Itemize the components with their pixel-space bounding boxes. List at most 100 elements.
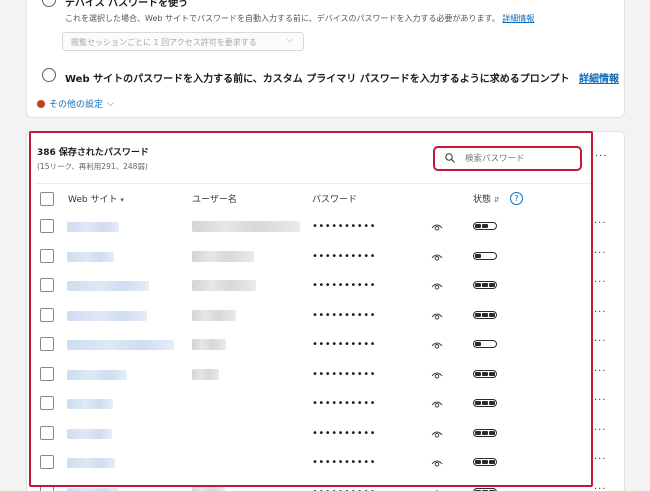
password-search-box[interactable] <box>433 146 582 171</box>
row-more-options-icon[interactable]: ··· <box>594 218 607 229</box>
help-icon[interactable]: ? <box>510 192 523 205</box>
row-more-options-icon[interactable]: ··· <box>594 277 607 288</box>
show-password-eye-icon[interactable] <box>431 370 443 380</box>
password-row[interactable]: •••••••••• ··· <box>27 454 624 484</box>
password-strength-meter <box>473 340 497 348</box>
column-status-label: 状態 <box>473 195 492 205</box>
row-more-options-icon[interactable]: ··· <box>594 425 607 436</box>
show-password-eye-icon[interactable] <box>431 399 443 409</box>
column-header-website[interactable]: Web サイト ▾ <box>68 192 124 205</box>
warning-icon <box>37 99 45 108</box>
row-checkbox[interactable] <box>40 307 54 322</box>
show-password-eye-icon[interactable] <box>431 429 443 439</box>
password-row[interactable]: •••••••••• ··· <box>27 395 624 425</box>
show-password-eye-icon[interactable] <box>431 488 443 491</box>
row-checkbox[interactable] <box>40 455 54 469</box>
device-password-desc: これを選択した場合、Web サイトでパスワードを自動入力する前に、デバイスのパス… <box>65 13 534 24</box>
masked-password: •••••••••• <box>312 457 376 468</box>
show-password-eye-icon[interactable] <box>431 281 443 291</box>
website-name-redacted[interactable] <box>67 251 114 262</box>
username-redacted <box>192 221 300 232</box>
show-password-eye-icon[interactable] <box>431 340 443 350</box>
password-row[interactable]: •••••••••• ··· <box>27 307 624 337</box>
password-strength-meter <box>473 222 497 230</box>
chevron-down-icon: ⌵ <box>286 35 293 45</box>
masked-password: •••••••••• <box>312 487 376 491</box>
sort-icon: ⇵ <box>493 196 500 204</box>
learn-more-link-2[interactable]: 詳細情報 <box>579 74 619 85</box>
device-password-title: デバイス パスワードを使う <box>65 0 189 9</box>
row-more-options-icon[interactable]: ··· <box>594 454 607 465</box>
website-name-redacted[interactable] <box>67 369 127 380</box>
masked-password: •••••••••• <box>312 309 376 321</box>
website-name-redacted[interactable] <box>67 222 119 232</box>
masked-password: •••••••••• <box>312 280 376 291</box>
website-name-redacted[interactable] <box>67 458 115 468</box>
device-password-desc-text: これを選択した場合、Web サイトでパスワードを自動入力する前に、デバイスのパス… <box>65 14 500 23</box>
username-redacted <box>192 250 254 262</box>
show-password-eye-icon[interactable] <box>431 222 443 232</box>
row-more-options-icon[interactable]: ··· <box>594 248 607 259</box>
header-divider <box>35 183 593 184</box>
website-name-redacted[interactable] <box>67 310 147 321</box>
custom-primary-password-text: Web サイトのパスワードを入力する前に、カスタム プライマリ パスワードを入力… <box>65 74 570 85</box>
row-more-options-icon[interactable]: ··· <box>594 307 607 318</box>
password-row[interactable]: •••••••••• ··· <box>27 336 624 366</box>
password-row[interactable]: •••••••••• ··· <box>27 425 624 455</box>
show-password-eye-icon[interactable] <box>431 311 443 321</box>
row-checkbox[interactable] <box>40 366 54 381</box>
row-checkbox[interactable] <box>40 337 54 351</box>
website-name-redacted[interactable] <box>67 428 112 439</box>
device-password-radio[interactable] <box>42 0 56 7</box>
password-strength-meter <box>473 281 497 289</box>
password-row[interactable]: •••••••••• ··· <box>27 484 624 491</box>
password-strength-meter <box>473 399 497 407</box>
row-checkbox[interactable] <box>40 425 54 440</box>
password-row[interactable]: •••••••••• ··· <box>27 277 624 307</box>
username-redacted <box>192 309 236 321</box>
saved-passwords-summary: (15リーク、再利用291、248弱) <box>37 162 148 171</box>
password-row[interactable]: •••••••••• ··· <box>27 218 624 248</box>
privacy-settings-card: デバイス パスワードを使う これを選択した場合、Web サイトでパスワードを自動… <box>26 0 625 118</box>
more-settings-label: その他の設定 <box>49 100 104 110</box>
saved-passwords-heading: 386 保存されたパスワード <box>37 148 149 158</box>
learn-more-link-1[interactable]: 詳細情報 <box>502 14 534 23</box>
password-row[interactable]: •••••••••• ··· <box>27 366 624 396</box>
custom-primary-password-title: Web サイトのパスワードを入力する前に、カスタム プライマリ パスワードを入力… <box>65 70 619 85</box>
password-row[interactable]: •••••••••• ··· <box>27 248 624 278</box>
password-strength-meter <box>473 310 497 319</box>
row-checkbox[interactable] <box>40 219 54 233</box>
username-redacted <box>192 280 256 291</box>
show-password-eye-icon[interactable] <box>431 252 443 262</box>
password-strength-meter <box>473 369 497 378</box>
chevron-down-icon: ⌵ <box>107 98 114 109</box>
select-all-checkbox[interactable] <box>40 192 54 206</box>
password-strength-meter <box>473 428 497 437</box>
column-header-status[interactable]: 状態 ⇵ <box>473 192 500 205</box>
more-settings-toggle[interactable]: その他の設定 ⌵ <box>37 97 114 110</box>
masked-password: •••••••••• <box>312 250 376 262</box>
row-checkbox[interactable] <box>40 396 54 410</box>
website-name-redacted[interactable] <box>67 399 113 409</box>
row-more-options-icon[interactable]: ··· <box>594 336 607 347</box>
show-password-eye-icon[interactable] <box>431 458 443 468</box>
row-more-options-icon[interactable]: ··· <box>594 484 607 491</box>
password-strength-meter <box>473 487 497 491</box>
custom-primary-password-radio[interactable] <box>42 68 56 82</box>
masked-password: •••••••••• <box>312 427 376 439</box>
website-name-redacted[interactable] <box>67 487 119 491</box>
column-header-username: ユーザー名 <box>192 195 237 205</box>
row-more-options-icon[interactable]: ··· <box>594 395 607 406</box>
website-name-redacted[interactable] <box>67 340 174 350</box>
row-checkbox[interactable] <box>40 278 54 292</box>
row-more-options-icon[interactable]: ··· <box>594 366 607 377</box>
auth-frequency-value: 閲覧セッションごとに 1 回アクセス許可を要求する <box>71 38 257 47</box>
more-options-icon[interactable]: ··· <box>595 151 608 162</box>
auth-frequency-select[interactable]: 閲覧セッションごとに 1 回アクセス許可を要求する ⌵ <box>62 32 304 51</box>
username-redacted <box>192 486 225 491</box>
password-search-input[interactable] <box>465 151 575 167</box>
website-name-redacted[interactable] <box>67 281 149 291</box>
masked-password: •••••••••• <box>312 368 376 380</box>
row-checkbox[interactable] <box>40 248 54 263</box>
row-checkbox[interactable] <box>40 484 54 491</box>
